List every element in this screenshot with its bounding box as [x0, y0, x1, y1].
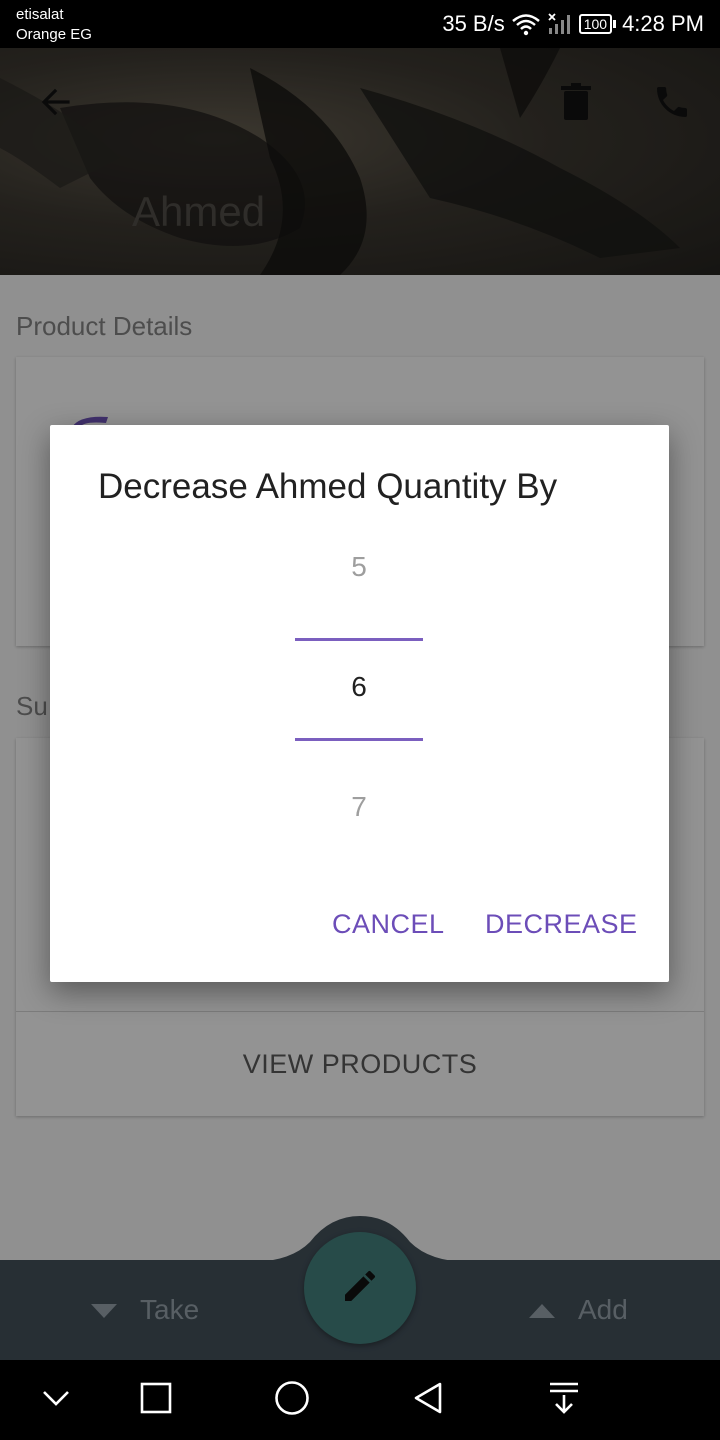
carrier-name-secondary: Orange EG — [16, 26, 92, 43]
nav-home-button[interactable] — [264, 1372, 320, 1428]
chevron-down-icon — [41, 1388, 71, 1413]
decrease-button[interactable]: DECREASE — [485, 909, 638, 940]
signal-icon — [547, 12, 573, 36]
wifi-icon — [511, 12, 541, 36]
system-nav-bar — [0, 1360, 720, 1440]
download-icon — [548, 1381, 580, 1420]
square-icon — [140, 1382, 172, 1419]
picker-previous-value[interactable]: 5 — [295, 551, 423, 583]
status-indicators: 35 B/s 100 4:28 PM — [442, 10, 704, 38]
picker-divider-top — [295, 638, 423, 641]
back-triangle-icon — [412, 1381, 444, 1420]
nav-hide-button[interactable] — [28, 1372, 84, 1428]
cancel-button[interactable]: CANCEL — [332, 909, 445, 940]
decrease-quantity-dialog: Decrease Ahmed Quantity By 5 6 7 CANCEL … — [50, 425, 669, 982]
picker-current-value[interactable]: 6 — [295, 671, 423, 703]
carrier-info: etisalat Orange EG — [16, 5, 92, 45]
nav-notifications-button[interactable] — [536, 1372, 592, 1428]
carrier-name-primary: etisalat — [16, 6, 64, 23]
picker-next-value[interactable]: 7 — [295, 791, 423, 823]
nav-recents-button[interactable] — [128, 1372, 184, 1428]
status-bar: etisalat Orange EG 35 B/s 100 4:28 PM — [0, 0, 720, 48]
circle-icon — [274, 1380, 310, 1421]
network-speed: 35 B/s — [442, 11, 505, 36]
clock: 4:28 PM — [622, 11, 704, 36]
dialog-title: Decrease Ahmed Quantity By — [98, 467, 558, 506]
battery-indicator: 100 — [578, 14, 617, 34]
picker-divider-bottom — [295, 738, 423, 741]
nav-back-button[interactable] — [400, 1372, 456, 1428]
